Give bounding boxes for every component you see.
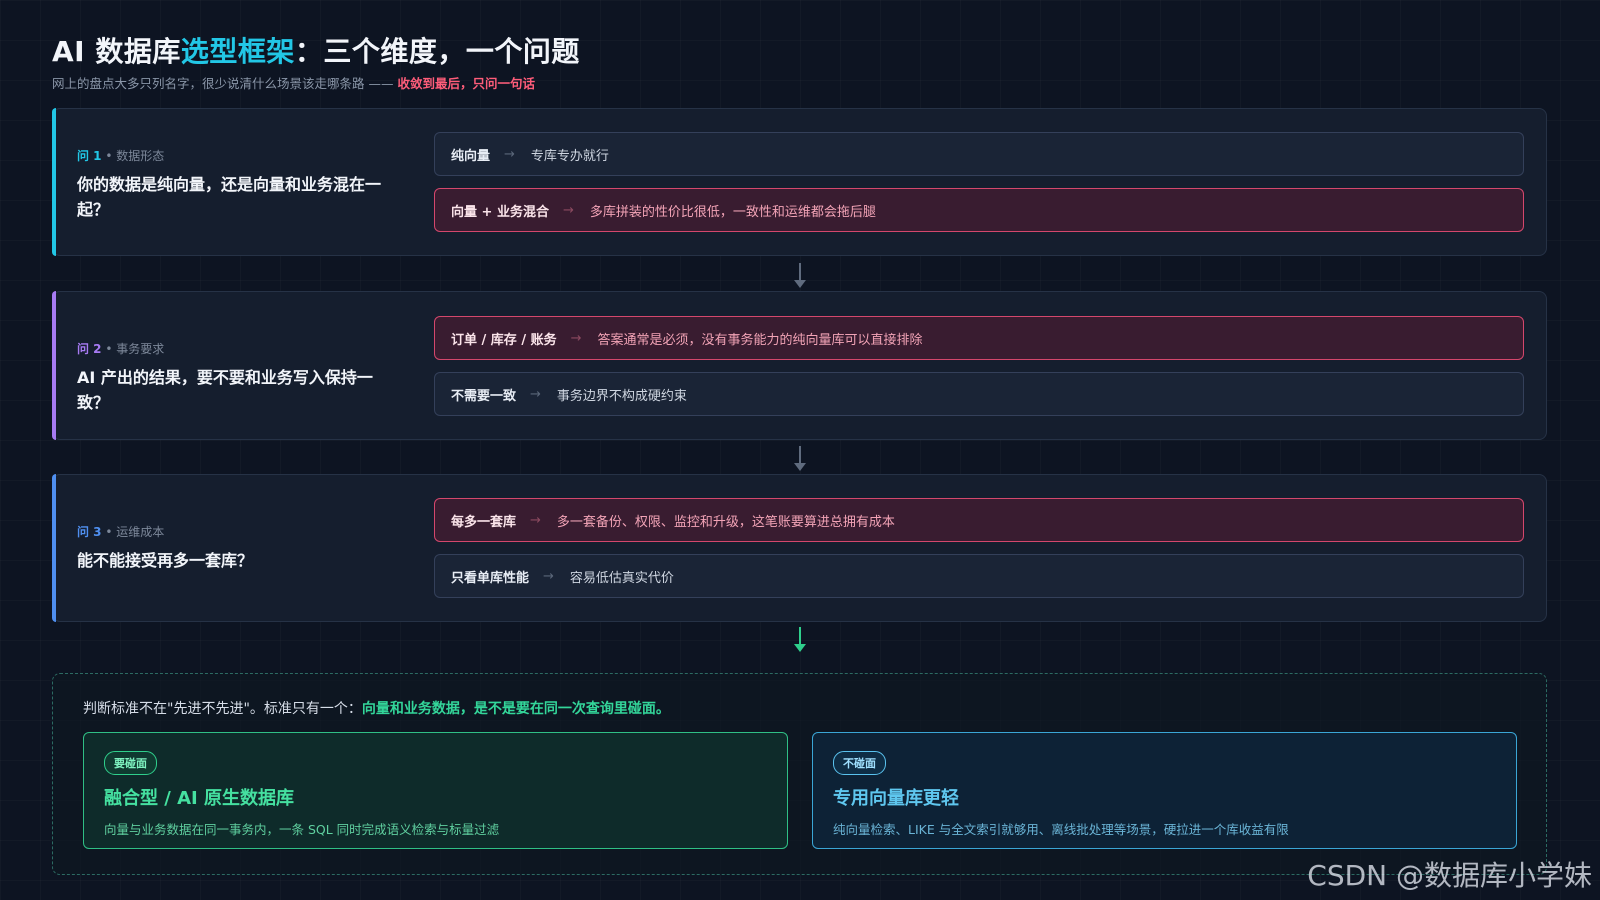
option-desc: 答案通常是必须，没有事务能力的纯向量库可以直接排除 bbox=[597, 332, 923, 348]
verdict-box-title: 融合型 / AI 原生数据库 bbox=[104, 788, 295, 809]
arrow-right-icon: → bbox=[504, 146, 515, 162]
option-label: 只看单库性能 bbox=[451, 570, 530, 586]
verdict-badge: 不碰面 bbox=[833, 751, 886, 775]
question-accent-bar bbox=[52, 474, 56, 622]
subtitle-text: 网上的盘点大多只列名字，很少说清什么场景该走哪条路 —— bbox=[52, 76, 398, 91]
option-label: 不需要一致 bbox=[451, 388, 517, 404]
option-label: 向量 + 业务混合 bbox=[451, 204, 549, 220]
option-transactional: 订单 / 库存 / 账务 → 答案通常是必须，没有事务能力的纯向量库可以直接排除 bbox=[434, 316, 1524, 360]
option-desc: 多库拼装的性价比很低，一致性和运维都会拖后腿 bbox=[589, 204, 876, 220]
question-text: 问 1 • 数据形态 你的数据是纯向量，还是向量和业务混在一起？ bbox=[77, 147, 397, 222]
option-label: 纯向量 bbox=[451, 148, 491, 164]
option-single-db-performance: 只看单库性能 → 容易低估真实代价 bbox=[434, 554, 1524, 598]
question-tag: 问 2 • 事务要求 bbox=[77, 340, 397, 357]
option-desc: 专库专办就行 bbox=[530, 148, 609, 164]
arrow-down-icon bbox=[794, 446, 806, 471]
option-label: 每多一套库 bbox=[451, 514, 517, 530]
option-extra-database: 每多一套库 → 多一套备份、权限、监控和升级，这笔账要算进总拥有成本 bbox=[434, 498, 1524, 542]
arrow-right-icon: → bbox=[562, 202, 574, 218]
option-desc: 多一套备份、权限、监控和升级，这笔账要算进总拥有成本 bbox=[556, 514, 895, 530]
question-number: 问 1 bbox=[77, 149, 102, 163]
question-dimension: 事务要求 bbox=[116, 342, 165, 356]
verdict-text: 判断标准不在"先进不先进"。标准只有一个：向量和业务数据，是不是要在同一次查询里… bbox=[83, 698, 670, 718]
question-accent-bar bbox=[52, 291, 56, 440]
title-highlight: 选型框架 bbox=[180, 35, 295, 68]
arrow-right-icon: → bbox=[570, 330, 582, 346]
question-separator: • bbox=[101, 525, 117, 539]
option-mixed-data: 向量 + 业务混合 → 多库拼装的性价比很低，一致性和运维都会拖后腿 bbox=[434, 188, 1524, 232]
option-desc: 容易低估真实代价 bbox=[569, 570, 674, 586]
verdict-box-separate: 不碰面 专用向量库更轻 纯向量检索、LIKE 与全文索引就够用、离线批处理等场景… bbox=[812, 732, 1517, 849]
question-title: 你的数据是纯向量，还是向量和业务混在一起？ bbox=[77, 175, 382, 219]
arrow-right-icon: → bbox=[543, 568, 554, 584]
arrow-right-icon: → bbox=[530, 386, 541, 402]
question-card-3: 问 3 • 运维成本 能不能接受再多一套库？ 每多一套库 → 多一套备份、权限、… bbox=[52, 474, 1547, 622]
verdict-box-desc: 向量与业务数据在同一事务内，一条 SQL 同时完成语义检索与标量过滤 bbox=[104, 822, 500, 837]
question-title: 能不能接受再多一套库？ bbox=[77, 551, 254, 570]
question-text: 问 2 • 事务要求 AI 产出的结果，要不要和业务写入保持一致？ bbox=[77, 340, 397, 415]
question-number: 问 3 bbox=[77, 525, 102, 539]
question-card-1: 问 1 • 数据形态 你的数据是纯向量，还是向量和业务混在一起？ 纯向量 → 专… bbox=[52, 108, 1547, 256]
verdict-box-title: 专用向量库更轻 bbox=[833, 788, 959, 809]
question-accent-bar bbox=[52, 108, 56, 256]
question-tag: 问 1 • 数据形态 bbox=[77, 147, 397, 164]
title-suffix: ：三个维度，一个问题 bbox=[294, 35, 580, 68]
verdict-panel: 判断标准不在"先进不先进"。标准只有一个：向量和业务数据，是不是要在同一次查询里… bbox=[52, 673, 1547, 875]
question-separator: • bbox=[101, 149, 117, 163]
option-desc: 事务边界不构成硬约束 bbox=[556, 388, 687, 404]
arrow-down-icon bbox=[794, 263, 806, 288]
question-number: 问 2 bbox=[77, 342, 102, 356]
question-separator: • bbox=[101, 342, 117, 356]
question-title: AI 产出的结果，要不要和业务写入保持一致？ bbox=[77, 368, 373, 412]
option-label: 订单 / 库存 / 账务 bbox=[451, 332, 557, 348]
verdict-box-converge: 要碰面 融合型 / AI 原生数据库 向量与业务数据在同一事务内，一条 SQL … bbox=[83, 732, 788, 849]
verdict-text-lead: 判断标准不在"先进不先进"。标准只有一个： bbox=[83, 701, 362, 717]
question-dimension: 数据形态 bbox=[116, 149, 165, 163]
question-dimension: 运维成本 bbox=[116, 525, 165, 539]
watermark: CSDN @数据库小学妹 bbox=[1307, 859, 1592, 892]
verdict-text-highlight: 向量和业务数据，是不是要在同一次查询里碰面。 bbox=[361, 701, 670, 717]
arrow-down-icon bbox=[794, 627, 806, 652]
verdict-badge: 要碰面 bbox=[104, 751, 157, 775]
question-text: 问 3 • 运维成本 能不能接受再多一套库？ bbox=[77, 523, 397, 573]
verdict-box-desc: 纯向量检索、LIKE 与全文索引就够用、离线批处理等场景，硬拉进一个库收益有限 bbox=[833, 822, 1289, 837]
title-prefix: AI 数据库 bbox=[52, 35, 181, 68]
page-subtitle: 网上的盘点大多只列名字，很少说清什么场景该走哪条路 —— 收敛到最后，只问一句话 bbox=[52, 73, 535, 92]
arrow-right-icon: → bbox=[530, 512, 541, 528]
page-title: AI 数据库选型框架：三个维度，一个问题 bbox=[52, 30, 580, 70]
question-tag: 问 3 • 运维成本 bbox=[77, 523, 397, 540]
option-no-consistency: 不需要一致 → 事务边界不构成硬约束 bbox=[434, 372, 1524, 416]
question-card-2: 问 2 • 事务要求 AI 产出的结果，要不要和业务写入保持一致？ 订单 / 库… bbox=[52, 291, 1547, 440]
subtitle-highlight: 收敛到最后，只问一句话 bbox=[397, 76, 535, 91]
option-pure-vector: 纯向量 → 专库专办就行 bbox=[434, 132, 1524, 176]
